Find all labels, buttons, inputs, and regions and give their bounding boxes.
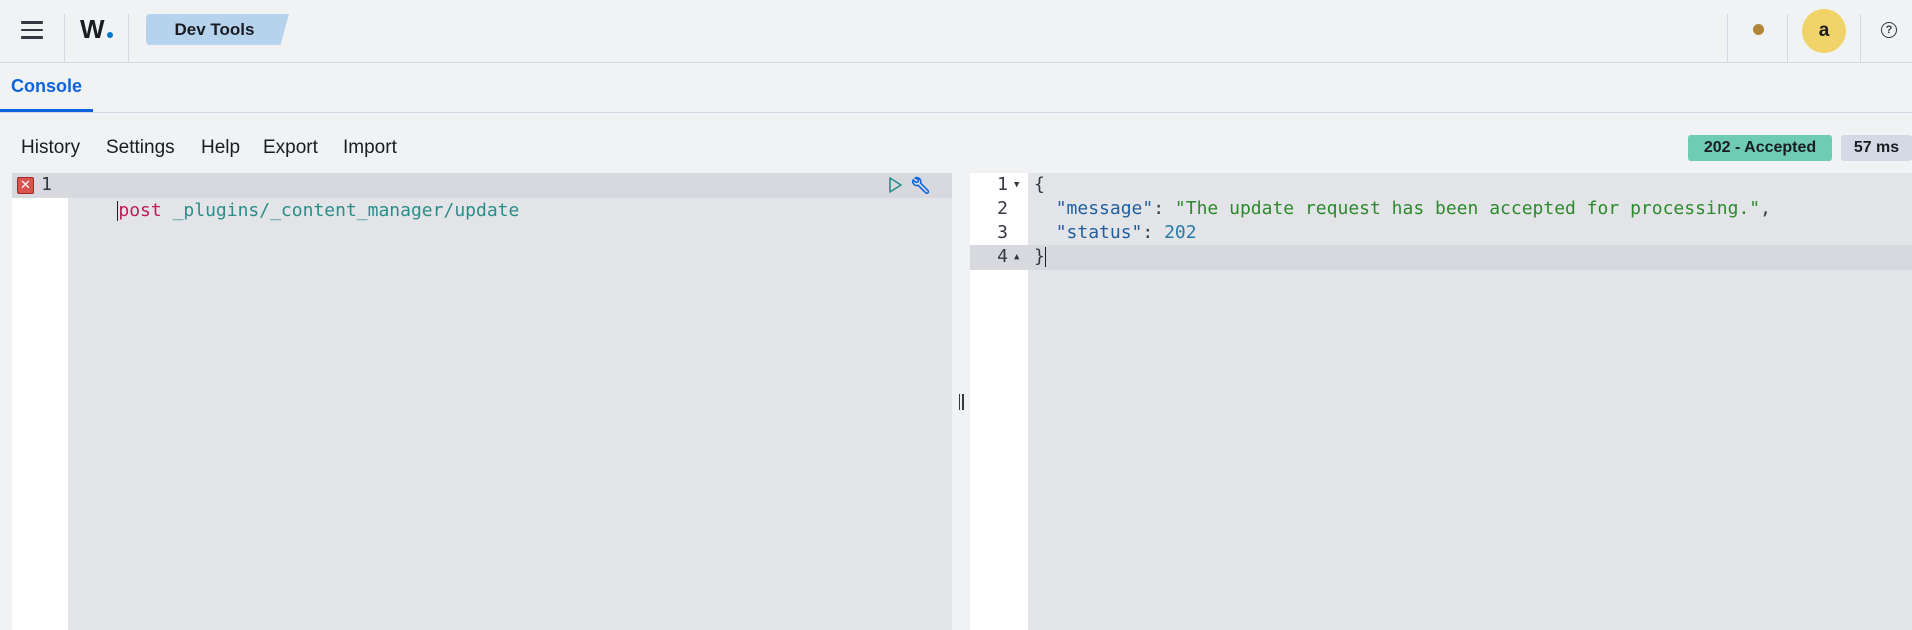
status-badge: 202 - Accepted [1688,135,1832,161]
tab-bar: Console [0,64,1912,113]
error-marker-icon[interactable]: ✕ [17,177,34,194]
json-comma: , [1760,198,1771,219]
json-key: "status" [1055,222,1143,243]
fold-down-icon[interactable]: ▼ [1014,173,1019,197]
help-button[interactable]: Help [201,130,240,166]
tab-console[interactable]: Console [0,64,94,112]
run-icon[interactable] [886,176,904,194]
json-brace: } [1034,246,1045,267]
json-string-value: "The update request has been accepted fo… [1174,198,1761,219]
request-time-badge: 57 ms [1841,135,1912,161]
wrench-icon[interactable] [910,174,932,196]
top-header: W Dev Tools a ? [0,0,1912,63]
export-button[interactable]: Export [263,130,318,166]
json-separator: : [1142,222,1165,243]
app-logo[interactable]: W [80,14,113,46]
json-separator: : [1153,198,1175,219]
resize-handle-icon [958,393,964,410]
menu-icon[interactable] [12,14,52,46]
json-number-value: 202 [1164,222,1197,243]
history-button[interactable]: History [21,130,80,166]
fold-up-icon[interactable]: ▲ [1014,245,1019,269]
response-line: "message": "The update request has been … [1034,197,1771,221]
header-divider [128,14,129,62]
notification-dot-icon[interactable] [1753,24,1764,35]
help-icon[interactable]: ? [1881,22,1897,38]
user-avatar[interactable]: a [1802,9,1846,53]
line-number: 2 [997,198,1008,219]
header-divider [64,14,65,62]
panel-resizer[interactable] [952,173,970,630]
header-divider [1727,14,1728,62]
logo-text: W [80,14,105,44]
console-toolbar: History Settings Help Export Import [0,130,1912,166]
line-number: 4 [997,246,1008,267]
line-number: 3 [997,222,1008,243]
settings-button[interactable]: Settings [106,130,175,166]
request-gutter [12,173,68,630]
text-cursor [1044,247,1046,267]
json-brace: { [1034,174,1045,195]
request-method: post [118,200,162,221]
active-line-highlight [970,245,1912,270]
request-editor[interactable]: ✕ 1 post _plugins/_content_manager/updat… [12,173,952,630]
line-number: 1 [41,174,52,195]
breadcrumb-dev-tools[interactable]: Dev Tools [146,14,289,45]
logo-dot-icon [106,32,113,38]
header-divider [1860,14,1861,62]
request-url: _plugins/_content_manager/update [172,200,520,221]
header-divider [1787,14,1788,62]
response-line: "status": 202 [1034,221,1197,245]
json-key: "message" [1055,198,1154,219]
import-button[interactable]: Import [343,130,397,166]
response-editor[interactable]: 1 ▼ 2 3 4 ▲ { "message": "The update req… [970,173,1912,630]
line-number: 1 [997,174,1008,195]
response-line: { [1034,173,1045,197]
request-line[interactable]: post _plugins/_content_manager/update [74,173,519,221]
response-line: } [1034,245,1046,269]
